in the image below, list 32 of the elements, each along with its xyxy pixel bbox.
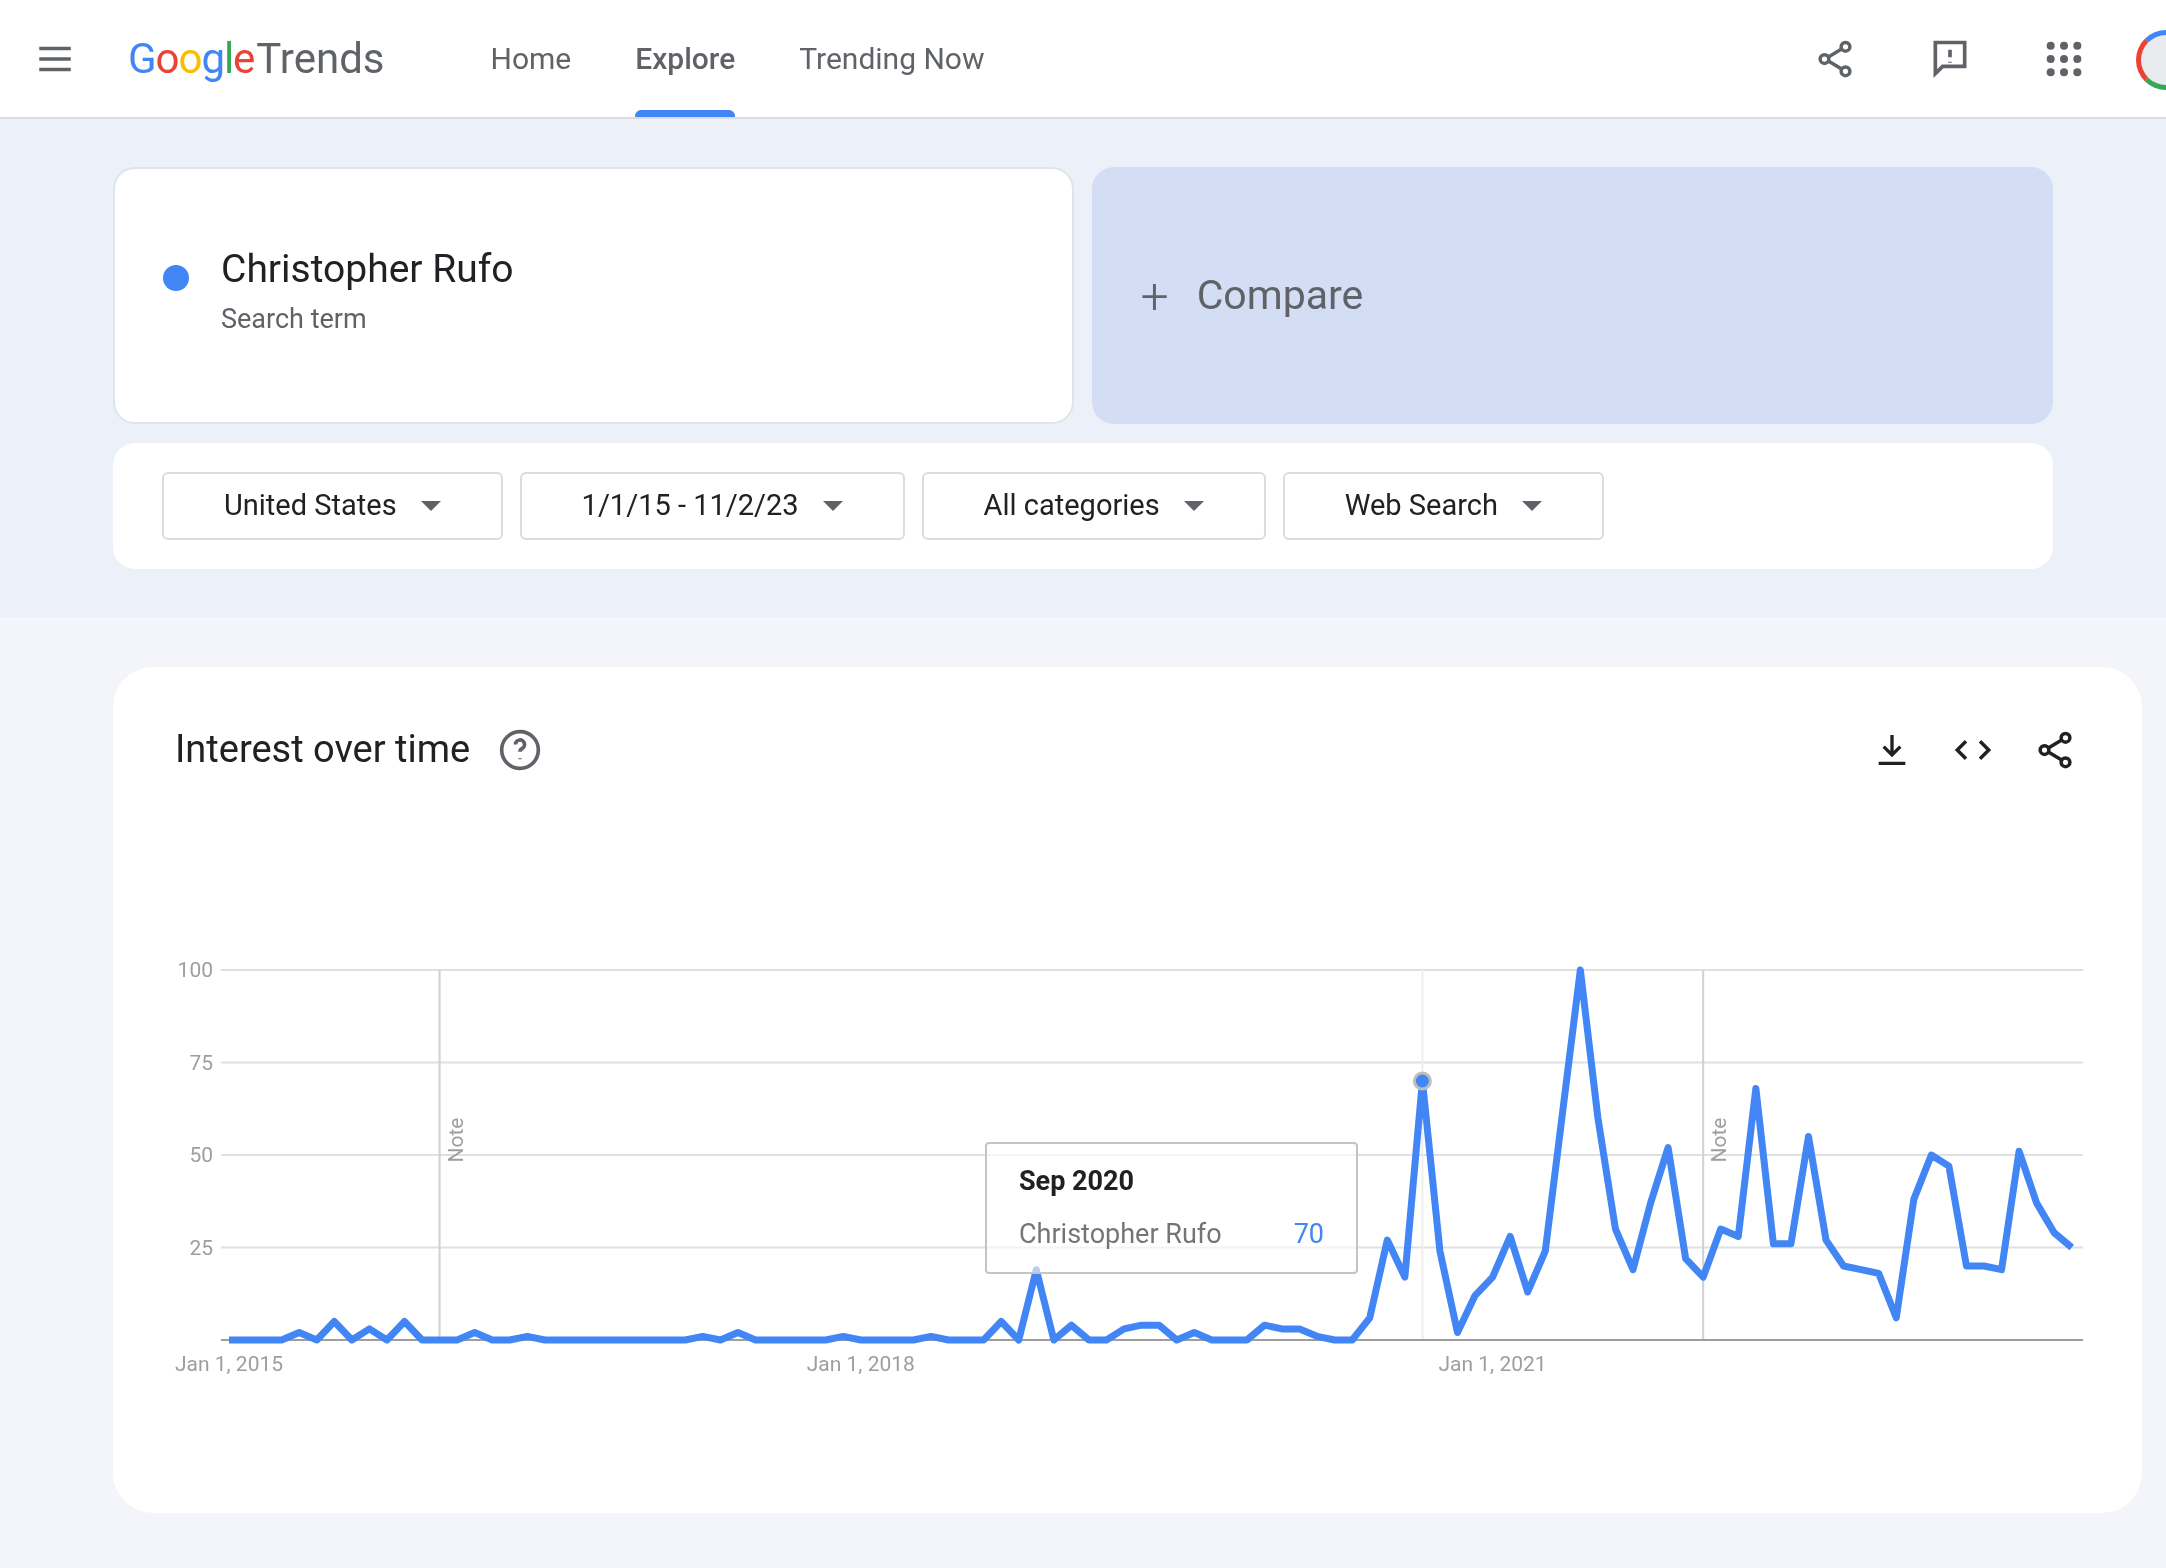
nav-tab[interactable]: Trending Now xyxy=(799,0,985,117)
tooltip-value: 70 xyxy=(1293,1221,1324,1248)
x-axis-label: Jan 1, 2018 xyxy=(806,1352,915,1376)
nav-tab[interactable]: Home xyxy=(490,0,572,117)
y-axis-label: 100 xyxy=(177,958,213,982)
search-term: Christopher Rufo xyxy=(221,245,514,294)
dropdown-caret-icon xyxy=(822,501,843,511)
logo[interactable]: GoogleTrends xyxy=(128,37,385,80)
note-label: Note xyxy=(1707,1117,1732,1163)
x-axis-label: Jan 1, 2021 xyxy=(1438,1352,1547,1376)
filter-dropdown[interactable]: United States xyxy=(162,472,503,540)
filter-dropdown[interactable]: All categories xyxy=(921,472,1266,540)
help-icon[interactable] xyxy=(498,727,543,772)
y-axis-label: 50 xyxy=(189,1143,213,1167)
filter-dropdown[interactable]: Web Search xyxy=(1282,472,1604,540)
nav-tab[interactable]: Explore xyxy=(635,0,736,117)
term-type: Search term xyxy=(221,301,368,337)
y-axis-label: 75 xyxy=(189,1050,213,1075)
filter-dropdown[interactable]: 1/1/15 - 11/2/23 xyxy=(519,472,905,540)
tooltip-term: Christopher Rufo xyxy=(1019,1221,1222,1248)
hover-point xyxy=(1412,1071,1432,1091)
x-axis-label: Jan 1, 2015 xyxy=(174,1352,284,1376)
tooltip-date: Sep 2020 xyxy=(1019,1168,1136,1195)
compare-button[interactable]: + Compare xyxy=(1092,167,2053,424)
search-term-card[interactable]: Christopher Rufo Search term xyxy=(113,167,1075,424)
dropdown-caret-icon xyxy=(1183,501,1204,511)
section-title: Interest over time xyxy=(175,726,471,773)
y-axis-label: 25 xyxy=(189,1235,213,1260)
dropdown-caret-icon xyxy=(420,501,441,511)
plus-icon: + xyxy=(1140,270,1169,321)
note-label: Note xyxy=(443,1117,468,1163)
dropdown-caret-icon xyxy=(1521,501,1542,511)
